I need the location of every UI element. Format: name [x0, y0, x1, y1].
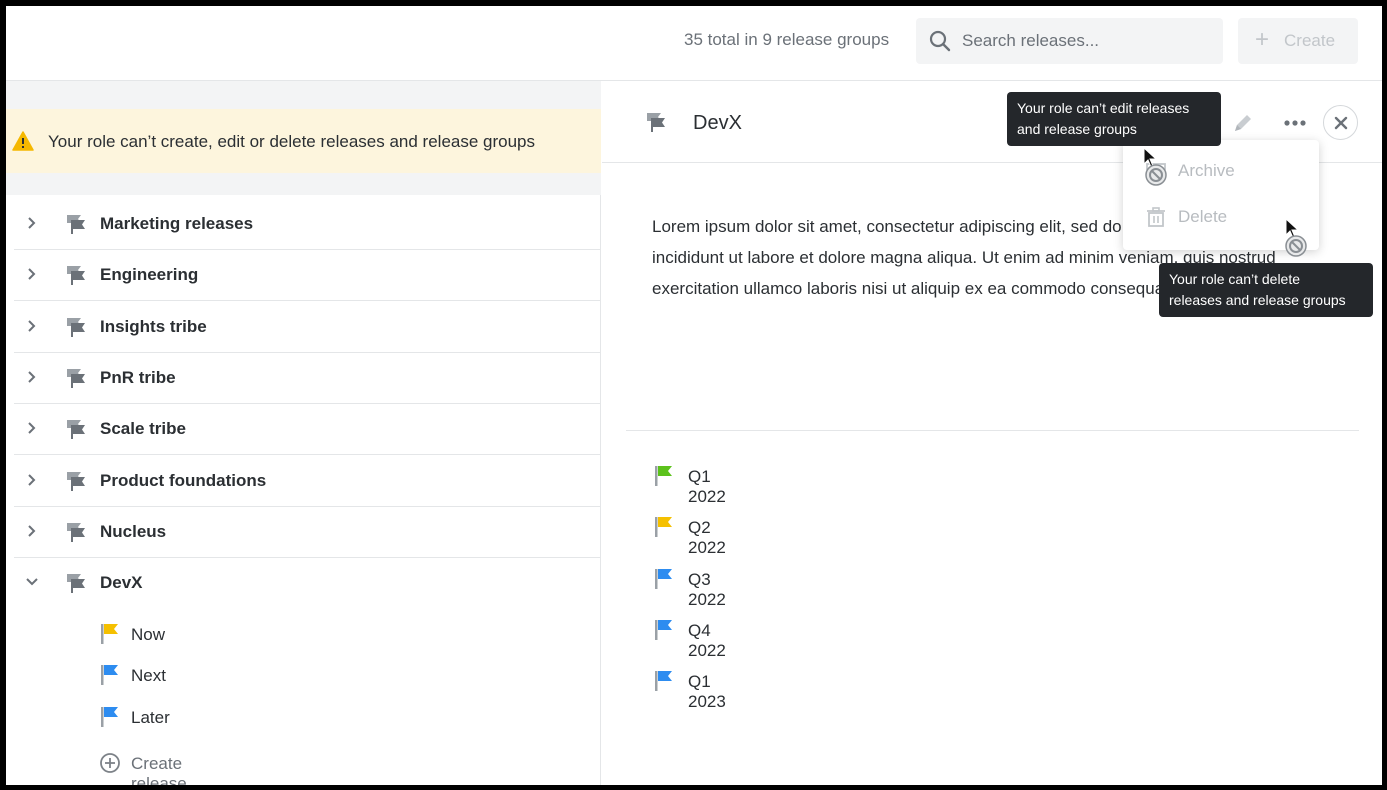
release-group-icon [67, 522, 85, 542]
tooltip-line: Your role can’t edit releases [1017, 100, 1190, 116]
delete-permission-tooltip: Your role can’t delete releases and rele… [1159, 263, 1373, 317]
search-input[interactable]: Search releases... [916, 18, 1223, 64]
close-button[interactable] [1323, 105, 1358, 140]
tooltip-line: and release groups [1017, 121, 1137, 137]
release-name: Now [131, 625, 166, 644]
trash-icon [1147, 207, 1165, 227]
release-group-row[interactable]: Product foundations [14, 456, 601, 507]
app-window: 35 total in 9 release groups Search rele… [6, 6, 1382, 785]
release-group-name: Marketing releases [100, 214, 254, 233]
flag-icon [655, 517, 672, 538]
chevron-down-icon[interactable] [24, 574, 40, 590]
release-group-icon [67, 420, 85, 440]
warning-text: Your role can’t create, edit or delete r… [48, 132, 536, 151]
release-group-icon [67, 266, 85, 286]
chevron-right-icon[interactable] [24, 215, 40, 231]
not-allowed-icon [1285, 235, 1307, 257]
chevron-right-icon[interactable] [24, 266, 40, 282]
release-group-icon [67, 574, 85, 594]
top-bar: 35 total in 9 release groups Search rele… [6, 6, 1382, 81]
release-group-row[interactable]: Engineering [14, 250, 601, 302]
release-name: Next [131, 666, 166, 686]
release-name: Q1 2022 [688, 467, 726, 506]
more-options-icon[interactable] [1278, 110, 1312, 136]
release-group-row[interactable]: DevX [14, 558, 601, 609]
archive-label: Archive [1178, 161, 1235, 180]
chevron-right-icon[interactable] [24, 318, 40, 334]
create-button[interactable]: + Create [1238, 18, 1358, 64]
release-group-name: Nucleus [100, 521, 167, 541]
release-name: Q3 2022 [688, 569, 726, 609]
release-groups-panel: Your role can’t create, edit or delete r… [6, 81, 601, 785]
flag-icon [655, 466, 672, 486]
chevron-right-icon[interactable] [24, 369, 40, 385]
release-count-summary: 35 total in 9 release groups [684, 30, 890, 49]
flag-icon [655, 619, 672, 640]
release-group-icon [67, 215, 85, 234]
flag-icon [101, 706, 118, 727]
release-group-name: Engineering [100, 265, 199, 285]
tooltip-line: releases and release groups [1169, 292, 1346, 308]
release-group-row[interactable]: PnR tribe [14, 353, 601, 404]
flag-icon [655, 568, 672, 589]
close-icon [1334, 116, 1348, 130]
page-title: DevX [693, 112, 742, 134]
release-group-icon [67, 368, 85, 388]
warning-icon [12, 131, 34, 151]
release-group-name: PnR tribe [100, 367, 176, 387]
release-name: Q1 2023 [688, 672, 726, 712]
warning-area: Your role can’t create, edit or delete r… [6, 81, 601, 195]
chevron-right-icon[interactable] [24, 472, 40, 488]
create-release-label: Create release [131, 754, 187, 785]
release-group-name: Product foundations [100, 470, 267, 490]
search-icon [929, 30, 951, 52]
create-button-label: Create [1284, 31, 1336, 50]
release-group-name: DevX [100, 573, 143, 593]
edit-icon[interactable] [1230, 110, 1256, 136]
release-group-row[interactable]: Marketing releases [14, 199, 601, 250]
tooltip-line: Your role can’t delete [1169, 271, 1301, 287]
release-group-row[interactable]: Scale tribe [14, 404, 601, 456]
add-circle-icon [100, 753, 120, 773]
flag-icon [101, 665, 118, 686]
plus-icon: + [1255, 26, 1270, 53]
release-group-icon [67, 317, 85, 337]
flag-icon [101, 624, 118, 644]
release-name: Q2 2022 [688, 518, 726, 558]
chevron-right-icon[interactable] [24, 420, 40, 436]
flag-icon [655, 671, 672, 692]
release-name: Q4 2022 [688, 620, 726, 660]
release-group-icon [647, 113, 665, 132]
release-group-row[interactable]: Nucleus [14, 507, 601, 558]
release-group-row[interactable]: Insights tribe [14, 302, 601, 353]
delete-label: Delete [1178, 207, 1228, 226]
permission-warning-banner: Your role can’t create, edit or delete r… [6, 109, 601, 173]
not-allowed-icon [1145, 164, 1167, 186]
release-group-icon [67, 471, 85, 491]
release-group-name: Scale tribe [100, 419, 186, 439]
release-name: Later [131, 707, 170, 727]
search-placeholder: Search releases... [962, 31, 1100, 50]
chevron-right-icon[interactable] [24, 523, 40, 539]
release-group-name: Insights tribe [100, 316, 207, 336]
divider [626, 430, 1359, 431]
edit-permission-tooltip: Your role can’t edit releases and releas… [1007, 92, 1221, 146]
